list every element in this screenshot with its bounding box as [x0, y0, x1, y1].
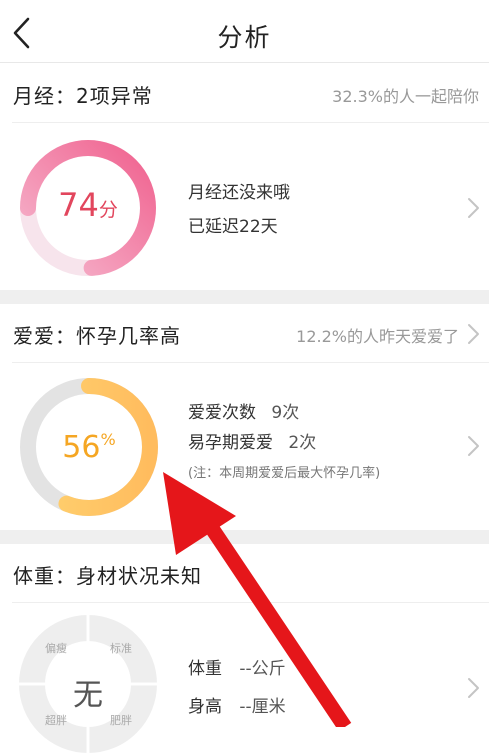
annotation-arrow-icon: [163, 472, 352, 727]
